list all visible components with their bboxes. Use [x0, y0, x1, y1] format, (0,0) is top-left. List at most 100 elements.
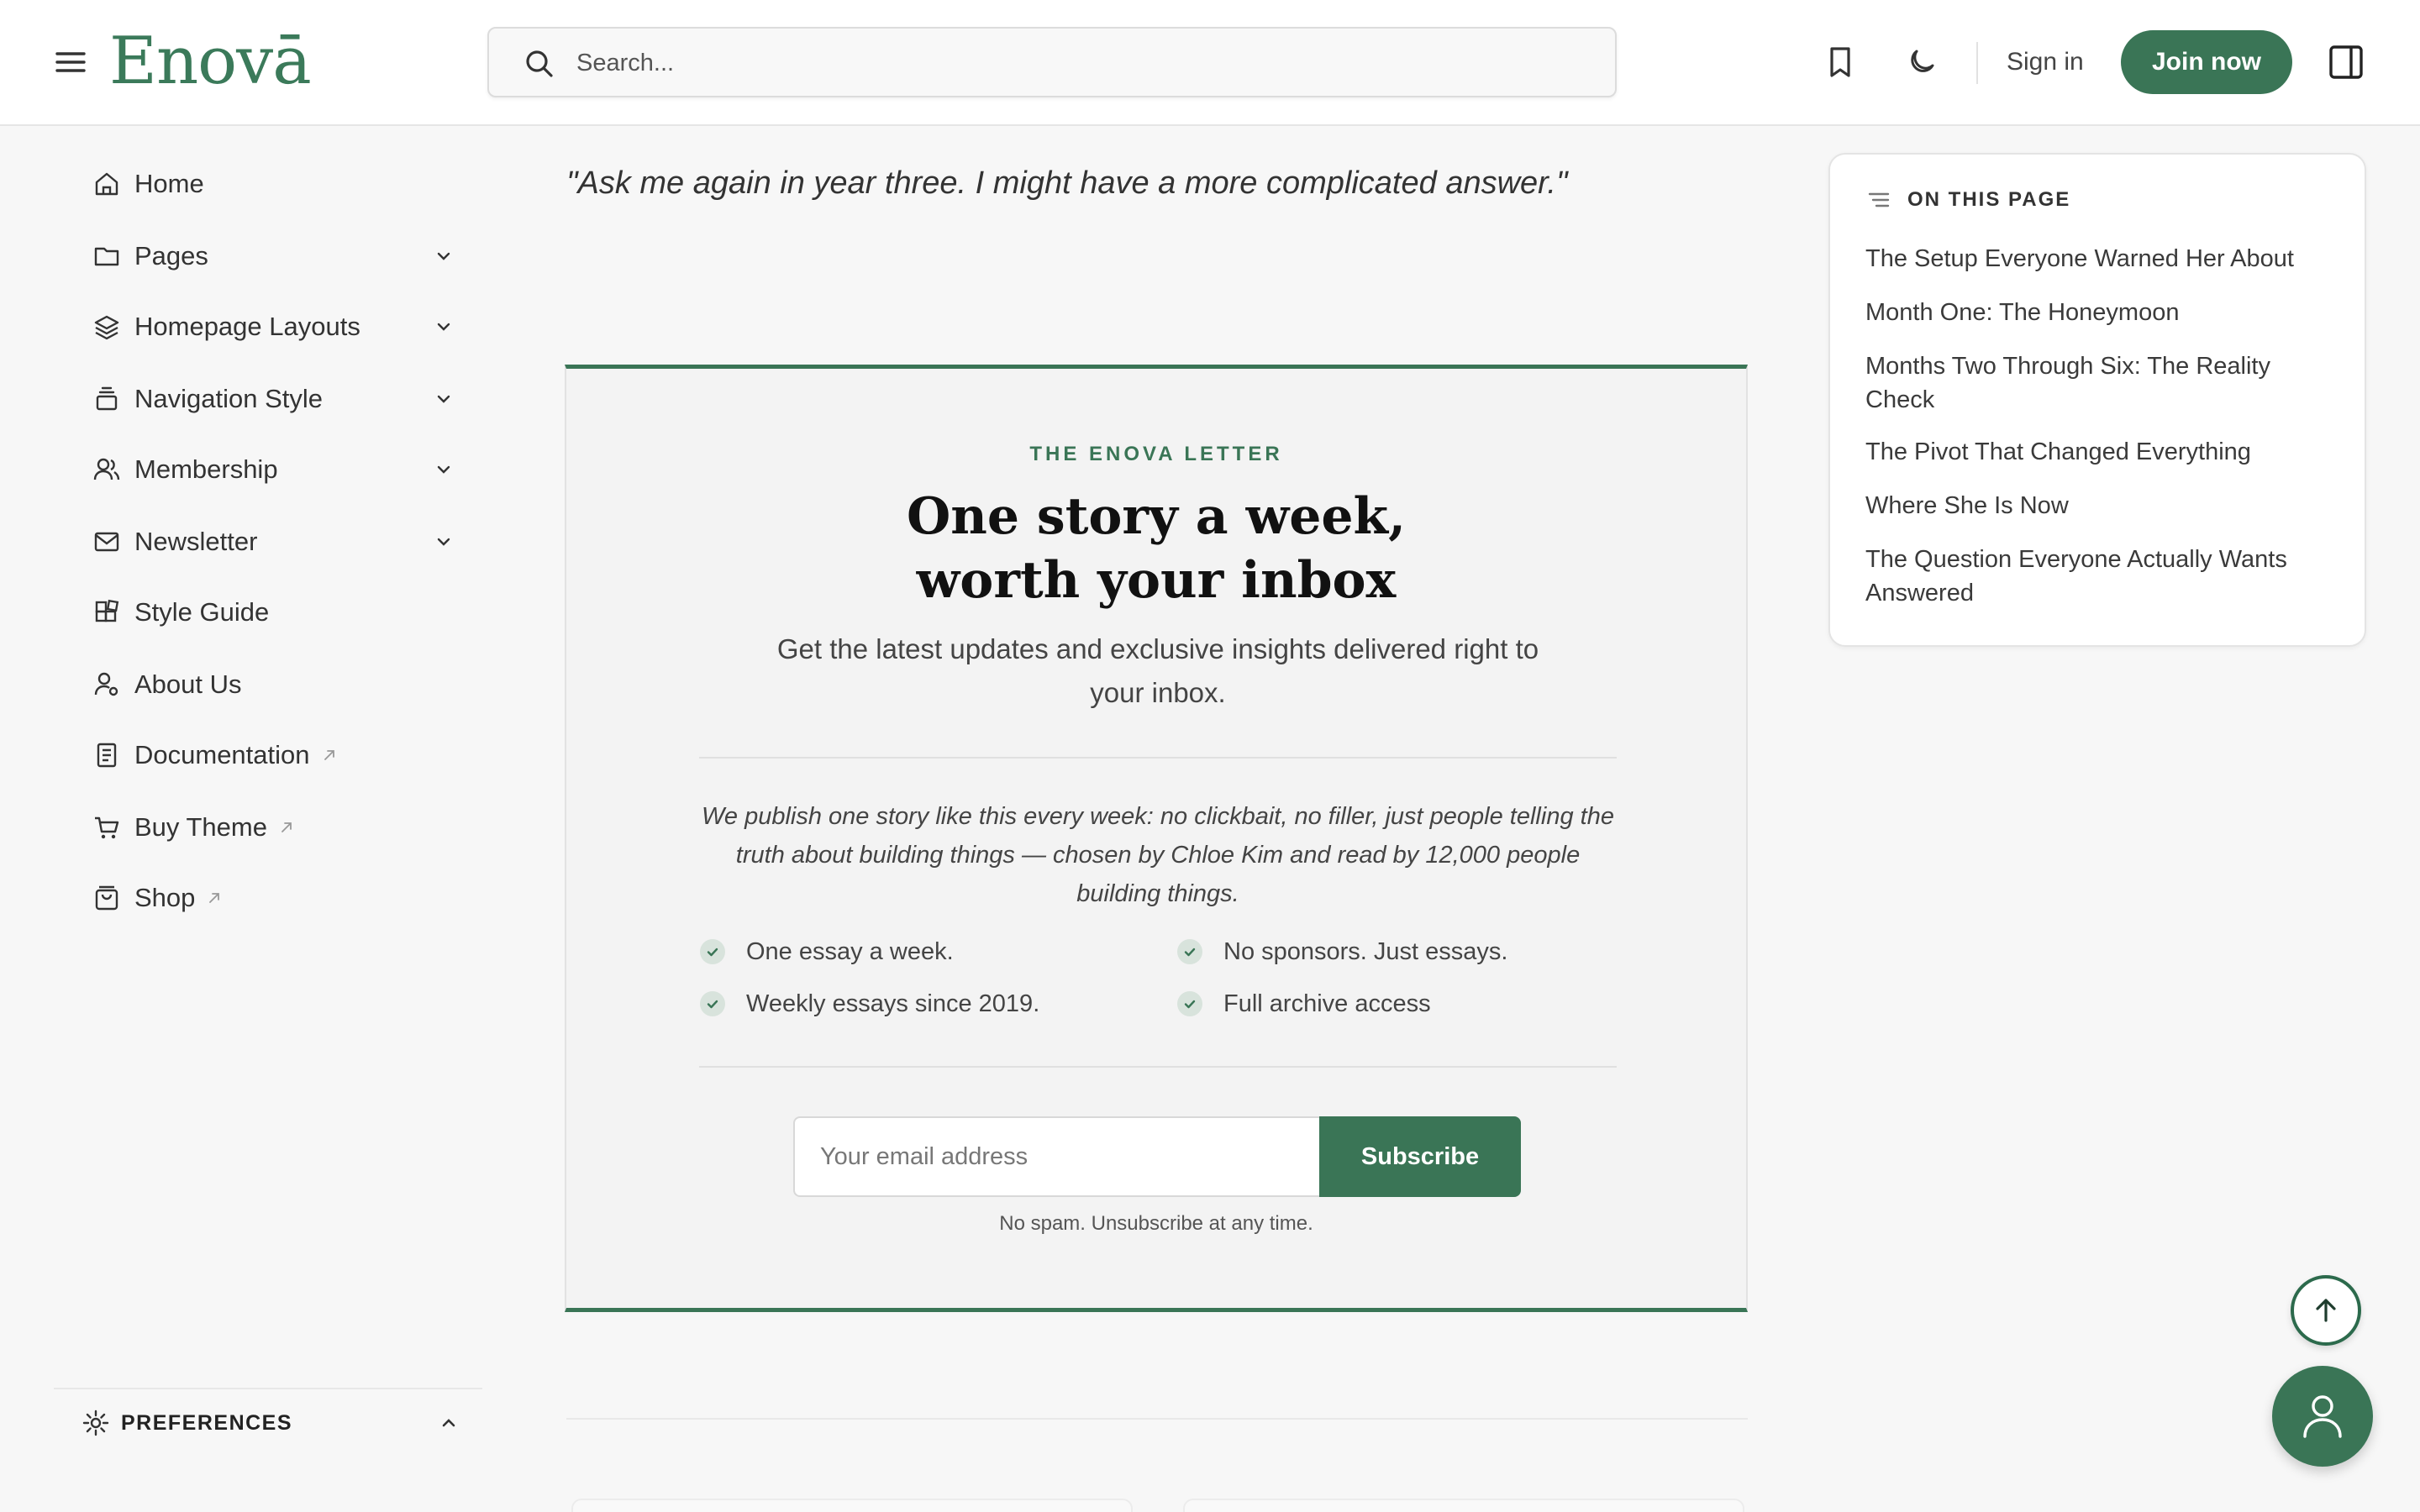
feature-label: Weekly essays since 2019.: [746, 990, 1040, 1017]
top-header: Enovā Sign in Join now: [0, 0, 2420, 126]
sidebar-item-label: Style Guide: [134, 597, 270, 627]
search-icon: [523, 47, 556, 81]
newsletter-subtitle: Get the latest updates and exclusive ins…: [776, 633, 1539, 708]
toc-header: ON THIS PAGE: [1867, 188, 2070, 212]
related-card[interactable]: [1183, 1499, 1744, 1512]
email-field[interactable]: [793, 1116, 1319, 1197]
mail-icon: [94, 532, 119, 552]
toc-link[interactable]: The Setup Everyone Warned Her About: [1865, 242, 2336, 276]
sidebar-item-about-us[interactable]: About Us: [92, 659, 454, 710]
sidebar-item-label: Homepage Layouts: [134, 312, 360, 341]
preferences-label: PREFERENCES: [121, 1410, 293, 1435]
chevron-down-icon[interactable]: [434, 532, 454, 552]
layers-icon: [94, 315, 119, 340]
table-of-contents: ON THIS PAGE The Setup Everyone Warned H…: [1828, 153, 2366, 647]
sidebar-item-label: Pages: [134, 241, 208, 270]
newsletter-fine-print: No spam. Unsubscribe at any time.: [999, 1212, 1313, 1235]
check-icon: [1177, 991, 1202, 1016]
search-bar[interactable]: [487, 27, 1617, 97]
check-icon: [700, 991, 725, 1016]
blocks-icon: [95, 599, 119, 622]
users-icon: [93, 458, 120, 480]
sidebar-item-label: Membership: [134, 454, 278, 484]
list-icon: [1868, 192, 1890, 207]
sidebar-item-homepage-layouts[interactable]: Homepage Layouts: [92, 302, 454, 352]
gear-icon: [82, 1410, 109, 1436]
check-icon: [1177, 939, 1202, 964]
chevron-down-icon[interactable]: [434, 246, 454, 266]
user-icon: [2303, 1395, 2342, 1438]
sidebar-item-label: Newsletter: [134, 527, 258, 556]
chevron-down-icon[interactable]: [434, 389, 454, 409]
newsletter-divider-top: [699, 757, 1617, 759]
search-input[interactable]: [576, 42, 1585, 84]
feature-label: No sponsors. Just essays.: [1223, 937, 1508, 965]
toc-link[interactable]: The Pivot That Changed Everything: [1865, 435, 2336, 469]
sidebar-item-home[interactable]: Home: [92, 159, 454, 209]
chevron-up-icon[interactable]: [439, 1413, 459, 1433]
arrow-up-icon: [2316, 1299, 2336, 1322]
sidebar-item-label: Buy Theme: [134, 812, 267, 842]
toc-link[interactable]: Where She Is Now: [1865, 489, 2336, 522]
article-quote: "Ask me again in year three. I might hav…: [566, 165, 1568, 201]
feature-item: One essay a week.: [699, 935, 954, 969]
toc-heading: ON THIS PAGE: [1907, 188, 2071, 211]
moon-icon[interactable]: [1902, 44, 1939, 81]
folder-icon: [94, 247, 119, 266]
content-divider: [566, 1418, 1748, 1420]
sidebar-item-label: Navigation Style: [134, 384, 324, 413]
newsletter-kicker: THE ENOVA LETTER: [1029, 443, 1283, 465]
sidebar-item-documentation[interactable]: Documentation: [92, 730, 454, 780]
newsletter-title: One story a week, worth your inbox: [566, 485, 1746, 612]
user-gear-icon: [94, 672, 118, 696]
sidebar-panel-icon[interactable]: [2328, 44, 2365, 81]
sidebar-item-buy-theme[interactable]: Buy Theme: [92, 802, 454, 853]
site-logo[interactable]: Enovā: [109, 24, 312, 99]
bookmark-icon[interactable]: [1822, 44, 1859, 81]
sidebar-item-label: Home: [134, 169, 204, 198]
external-link-icon: [324, 750, 334, 760]
stack-icon: [96, 386, 118, 411]
account-button[interactable]: [2272, 1366, 2373, 1467]
join-now-button[interactable]: Join now: [2121, 30, 2292, 94]
sidebar-item-membership[interactable]: Membership: [92, 444, 454, 495]
preferences-divider: [54, 1388, 482, 1389]
newsletter-card: THE ENOVA LETTER One story a week, worth…: [565, 365, 1748, 1312]
hamburger-icon[interactable]: [54, 47, 87, 77]
newsletter-divider-bottom: [699, 1066, 1617, 1068]
external-link-icon: [281, 822, 292, 832]
document-icon: [97, 743, 117, 768]
check-icon: [700, 939, 725, 964]
header-divider: [1976, 42, 1978, 84]
left-sidebar: Home Pages Homepage Layouts Navigation S…: [0, 128, 487, 1512]
newsletter-note: We publish one story like this every wee…: [702, 803, 1614, 907]
sidebar-item-navigation-style[interactable]: Navigation Style: [92, 374, 454, 424]
feature-label: Full archive access: [1223, 990, 1431, 1017]
feature-label: One essay a week.: [746, 937, 954, 965]
toc-link[interactable]: Months Two Through Six: The Reality Chec…: [1865, 349, 2336, 417]
sidebar-item-label: About Us: [134, 669, 242, 699]
home-icon: [95, 172, 118, 196]
chevron-down-icon[interactable]: [434, 459, 454, 480]
subscribe-button[interactable]: Subscribe: [1319, 1116, 1521, 1197]
feature-item: Full archive access: [1176, 987, 1431, 1021]
sidebar-item-newsletter[interactable]: Newsletter: [92, 517, 454, 567]
sidebar-item-style-guide[interactable]: Style Guide: [92, 587, 454, 638]
feature-item: Weekly essays since 2019.: [699, 987, 1039, 1021]
sidebar-item-label: Shop: [134, 883, 196, 912]
back-to-top-button[interactable]: [2291, 1275, 2361, 1346]
sidebar-item-shop[interactable]: Shop: [92, 873, 454, 923]
toc-link[interactable]: Month One: The Honeymoon: [1865, 296, 2336, 329]
feature-item: No sponsors. Just essays.: [1176, 935, 1507, 969]
sidebar-item-label: Documentation: [134, 740, 310, 769]
preferences-toggle[interactable]: PREFERENCES: [81, 1403, 459, 1443]
bag-icon: [95, 885, 118, 911]
newsletter-title-line1: One story a week,: [906, 487, 1407, 546]
sign-in-link[interactable]: Sign in: [2007, 44, 2084, 81]
sidebar-item-pages[interactable]: Pages: [92, 231, 454, 281]
external-link-icon: [209, 893, 220, 903]
newsletter-title-line2: worth your inbox: [916, 551, 1397, 610]
toc-link[interactable]: The Question Everyone Actually Wants Ans…: [1865, 543, 2336, 610]
chevron-down-icon[interactable]: [434, 317, 454, 337]
related-card[interactable]: [571, 1499, 1133, 1512]
